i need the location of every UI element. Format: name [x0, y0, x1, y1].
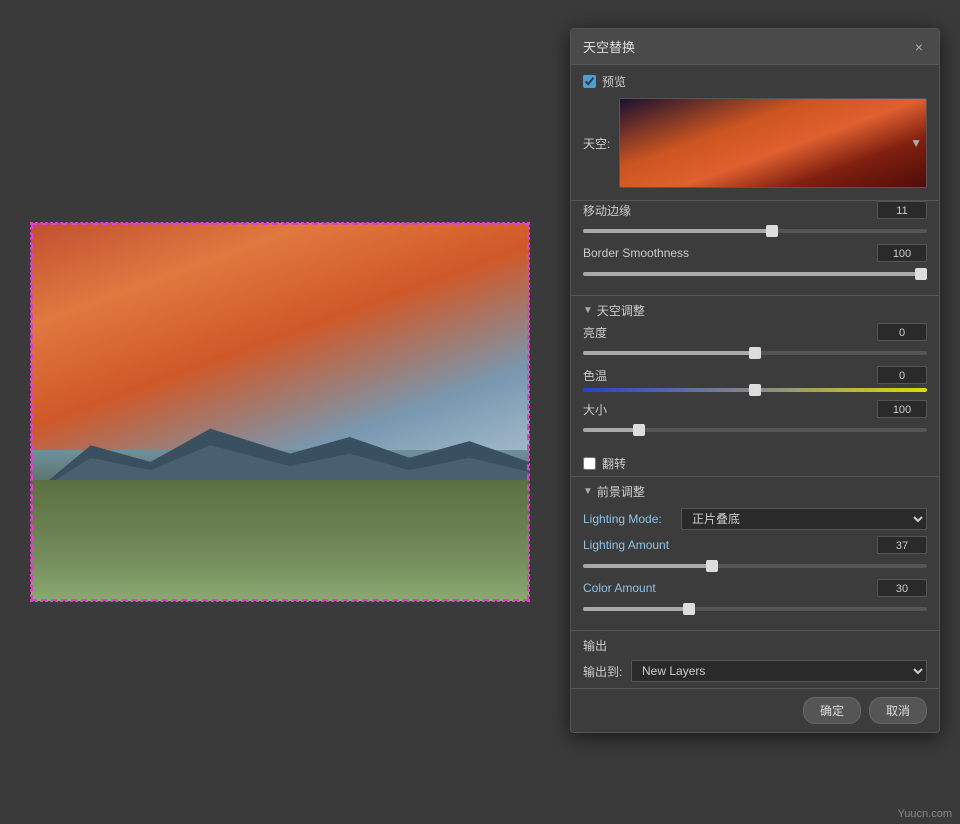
ok-button[interactable]: 确定	[803, 697, 861, 724]
output-dropdown[interactable]: New Layers Duplicate Layer Current Layer	[631, 660, 927, 682]
output-title: 输出	[583, 637, 927, 654]
dialog-content: 预览 天空: ▼ 移动边缘 11	[571, 65, 939, 732]
sky-replacement-dialog: 天空替换 × 预览 天空: ▼ 移动边缘 11	[570, 28, 940, 733]
brightness-value: 0	[877, 323, 927, 341]
sky-dropdown[interactable]: ▼	[619, 98, 927, 188]
dialog-titlebar: 天空替换 ×	[571, 29, 939, 65]
color-temp-thumb[interactable]	[749, 384, 761, 396]
brightness-row: 亮度 0	[583, 323, 927, 358]
lighting-amount-slider[interactable]	[583, 564, 927, 568]
flip-row: 翻转	[571, 451, 939, 476]
sky-adjustment-label: 天空调整	[597, 302, 645, 319]
sky-adjustment-section-header: ▼ 天空调整	[571, 295, 939, 323]
border-smoothness-row: Border Smoothness 100	[583, 244, 927, 279]
flip-checkbox[interactable]	[583, 457, 596, 470]
output-to-label: 输出到:	[583, 663, 623, 680]
sky-thumbnail	[620, 99, 926, 187]
foreground-adjustment-section-header: ▼ 前景调整	[571, 476, 939, 504]
brightness-label: 亮度	[583, 324, 607, 341]
cancel-button[interactable]: 取消	[869, 697, 927, 724]
move-edge-slider[interactable]	[583, 229, 927, 233]
sky-label: 天空:	[583, 135, 611, 152]
size-label: 大小	[583, 401, 607, 418]
border-smoothness-slider[interactable]	[583, 272, 927, 276]
lighting-mode-dropdown[interactable]: 正片叠底 屏幕 正常 叠加	[681, 508, 927, 530]
dialog-title: 天空替换	[583, 37, 635, 56]
dialog-footer: 确定 取消	[571, 688, 939, 732]
color-temp-label: 色温	[583, 367, 607, 384]
preview-label[interactable]: 预览	[602, 73, 626, 90]
sky-adjustment-sliders: 亮度 0 色温 0 大小 100	[571, 323, 939, 451]
preview-checkbox-row: 预览	[583, 73, 927, 90]
foreground-adjustment-label: 前景调整	[597, 483, 645, 500]
sliders-section: 移动边缘 11 Border Smoothness 100	[571, 201, 939, 295]
lighting-mode-row: Lighting Mode: 正片叠底 屏幕 正常 叠加	[571, 504, 939, 536]
move-edge-row: 移动边缘 11	[583, 201, 927, 236]
foreground-layer	[31, 480, 529, 601]
sky-dropdown-arrow: ▼	[910, 136, 922, 150]
size-row: 大小 100	[583, 400, 927, 435]
foreground-adjustment-arrow: ▼	[583, 486, 593, 497]
watermark: Yuucn.com	[898, 808, 952, 820]
move-edge-label: 移动边缘	[583, 202, 631, 219]
output-row: 输出到: New Layers Duplicate Layer Current …	[583, 660, 927, 682]
color-temp-value: 0	[877, 366, 927, 384]
lighting-mode-label: Lighting Mode:	[583, 512, 673, 526]
lighting-amount-label: Lighting Amount	[583, 538, 669, 552]
brightness-slider[interactable]	[583, 351, 927, 355]
canvas-image-wrapper	[30, 222, 530, 602]
preview-checkbox[interactable]	[583, 75, 596, 88]
color-amount-label: Color Amount	[583, 581, 656, 595]
move-edge-value: 11	[877, 201, 927, 219]
foreground-sliders: Lighting Amount 37 Color Amount 30	[571, 536, 939, 630]
lighting-amount-row: Lighting Amount 37	[583, 536, 927, 571]
color-amount-value: 30	[877, 579, 927, 597]
color-amount-row: Color Amount 30	[583, 579, 927, 614]
close-button[interactable]: ×	[911, 39, 927, 55]
border-smoothness-value: 100	[877, 244, 927, 262]
border-smoothness-label: Border Smoothness	[583, 246, 689, 260]
flip-label[interactable]: 翻转	[602, 455, 626, 472]
preview-section: 预览 天空: ▼	[571, 65, 939, 201]
color-temp-row: 色温 0	[583, 366, 927, 392]
sky-adjustment-arrow: ▼	[583, 305, 593, 316]
sky-selector-row: 天空: ▼	[583, 98, 927, 188]
output-section: 输出 输出到: New Layers Duplicate Layer Curre…	[571, 630, 939, 688]
size-value: 100	[877, 400, 927, 418]
lighting-amount-value: 37	[877, 536, 927, 554]
canvas-image	[31, 223, 529, 601]
color-amount-slider[interactable]	[583, 607, 927, 611]
canvas-area	[0, 0, 560, 824]
size-slider[interactable]	[583, 428, 927, 432]
